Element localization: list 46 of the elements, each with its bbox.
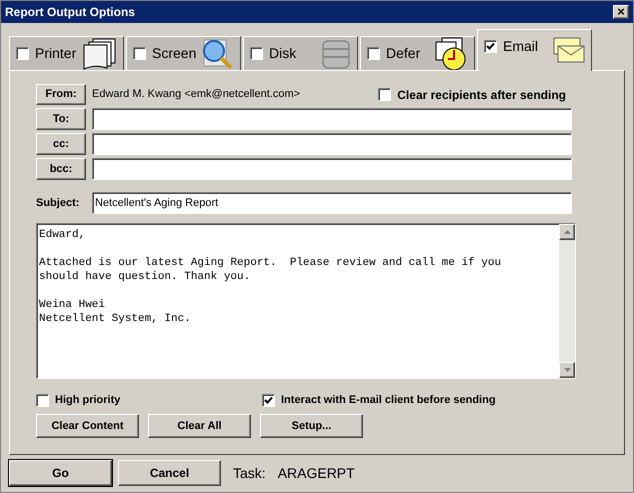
dialog-button[interactable]: Go: [9, 460, 112, 486]
checkbox[interactable]: [36, 394, 49, 406]
close-button[interactable]: ×: [613, 5, 629, 19]
scroll-up-icon[interactable]: [559, 224, 575, 240]
tab[interactable]: Defer: [360, 36, 475, 70]
tab-label: Screen: [152, 44, 196, 63]
action-button[interactable]: Setup...: [260, 414, 363, 438]
subject-field[interactable]: Netcellent's Aging Report: [92, 192, 572, 214]
address-book-button[interactable]: cc:: [36, 133, 86, 155]
task-label: Task:: [233, 464, 266, 482]
subject-label: Subject:: [36, 196, 80, 211]
recipient-field[interactable]: [92, 133, 572, 155]
task-value: ARAGERPT: [278, 464, 355, 482]
database-icon: [321, 38, 351, 70]
address-book-button[interactable]: bcc:: [36, 158, 86, 180]
tab[interactable]: Screen: [126, 36, 241, 70]
checkbox[interactable]: [378, 88, 392, 101]
tab[interactable]: Disk: [243, 36, 358, 70]
window-title: Report Output Options: [5, 4, 135, 21]
recipient-field[interactable]: [92, 158, 572, 180]
address-book-button[interactable]: To:: [36, 108, 86, 130]
tab-label: Defer: [386, 44, 420, 63]
magnifier-icon: [200, 38, 234, 70]
tab[interactable]: Printer: [9, 36, 124, 70]
recipient-field[interactable]: [92, 108, 572, 130]
action-button[interactable]: Clear All: [148, 414, 251, 438]
tab-label: Email: [503, 37, 538, 56]
checkbox[interactable]: [367, 47, 380, 60]
scroll-down-icon[interactable]: [559, 362, 575, 378]
action-button[interactable]: Clear Content: [36, 414, 139, 438]
checkbox[interactable]: [262, 394, 275, 406]
checkbox[interactable]: [133, 47, 146, 60]
sender-address: Edward M. Kwang <emk@netcellent.com>: [92, 87, 302, 102]
checkbox-label: Clear recipients after sending: [397, 86, 566, 104]
checkbox-label: High priority: [55, 392, 120, 408]
tab[interactable]: Email: [477, 29, 592, 71]
checkbox[interactable]: [484, 40, 497, 53]
checkbox[interactable]: [250, 47, 263, 60]
scrollbar[interactable]: [559, 224, 575, 378]
tab-label: Disk: [269, 44, 296, 63]
envelope-icon: [553, 36, 585, 64]
from-button[interactable]: From:: [36, 84, 86, 105]
dialog-button[interactable]: Cancel: [118, 460, 221, 486]
checkbox[interactable]: [16, 47, 29, 60]
tab-label: Printer: [35, 44, 76, 63]
checkbox-label: Interact with E-mail client before sending: [281, 392, 496, 408]
